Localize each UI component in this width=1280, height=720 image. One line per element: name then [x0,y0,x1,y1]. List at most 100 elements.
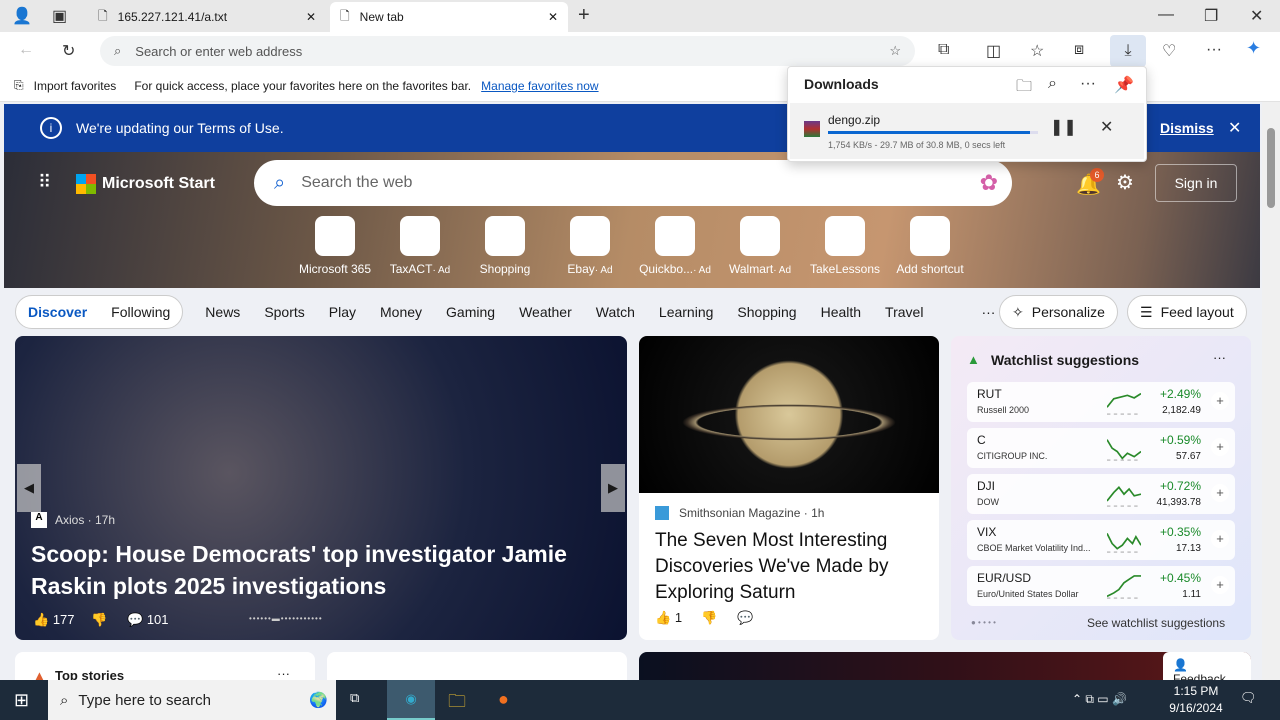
profile-icon[interactable]: 👤 [12,6,32,26]
back-button[interactable]: ← [18,41,34,59]
brand-name[interactable]: Microsoft Start [102,175,215,193]
downloads-icon[interactable]: ⤓ [1110,35,1146,67]
add-to-watchlist-button[interactable]: + [1211,576,1229,594]
new-tab-button[interactable]: + [578,4,590,27]
dismiss-link[interactable]: Dismiss [1160,120,1214,136]
shortcut-add-shortcut[interactable]: + Add shortcut [890,216,970,276]
feed-layout-button[interactable]: ☰ Feed layout [1127,295,1247,329]
settings-more-icon[interactable]: ··· [1206,41,1222,59]
nav-weather[interactable]: Weather [519,304,572,320]
tab-a-txt[interactable]: 🗋 165.227.121.41/a.txt ✕ [88,2,326,32]
clock-time[interactable]: 1:15 PM [1166,684,1226,698]
nav-travel[interactable]: Travel [885,304,923,320]
nav-watch[interactable]: Watch [596,304,635,320]
nav-play[interactable]: Play [329,304,356,320]
search-downloads-icon[interactable]: ⌕ [1048,75,1057,93]
edge-taskbar-icon[interactable]: ◉ [387,680,435,720]
close-tab-icon[interactable]: ✕ [306,10,316,24]
comments-button[interactable]: 💬 101 [127,612,169,628]
close-tab-icon[interactable]: ✕ [548,10,558,24]
add-to-watchlist-button[interactable]: + [1211,438,1229,456]
add-to-watchlist-button[interactable]: + [1211,484,1229,502]
watchlist-item-c[interactable]: C CITIGROUP INC. +0.59% 57.67 + [967,428,1235,468]
pin-icon[interactable]: 📌 [1114,75,1134,95]
more-options-icon[interactable]: ··· [1080,75,1096,93]
nav-gaming[interactable]: Gaming [446,304,495,320]
download-filename[interactable]: dengo.zip [828,113,880,127]
taskbar-search[interactable]: ⌕ Type here to search 🌍 [48,680,336,720]
web-search-input[interactable]: Search the web [301,174,963,192]
import-favorites-button[interactable]: Import favorites [34,79,117,93]
main-story-card[interactable]: ◀ ▶ A Axios · 17h Scoop: House Democrats… [15,336,627,640]
carousel-next-button[interactable]: ▶ [601,464,625,512]
nav-news[interactable]: News [205,304,240,320]
firefox-icon[interactable]: ● [498,689,509,710]
more-icon[interactable]: ··· [277,666,290,680]
shortcut-taxact[interactable]: X TaxACT· Ad [380,216,460,276]
tab-actions-icon[interactable]: ▣ [52,6,67,26]
dislike-button[interactable]: 👎 [91,612,107,628]
watchlist-item-eur-usd[interactable]: EUR/USD Euro/United States Dollar +0.45%… [967,566,1235,606]
copilot-icon[interactable]: ✿ [980,170,998,196]
taskbar-search-input[interactable]: Type here to search [78,692,211,709]
performance-icon[interactable]: ♡ [1162,41,1176,61]
nav-sports[interactable]: Sports [264,304,304,320]
task-view-icon[interactable]: ⧉ [350,690,359,706]
shortcut-walmart[interactable]: ✳ Walmart· Ad [720,216,800,276]
watchlist-dots[interactable]: ● • • • • [971,618,996,627]
favorite-star-icon[interactable]: ☆ [889,43,901,59]
story-headline[interactable]: Scoop: House Democrats' top investigator… [31,538,591,602]
shortcut-shopping[interactable]: ◇ Shopping [465,216,545,276]
tab-new-tab[interactable]: 🗋 New tab ✕ [330,2,568,32]
watchlist-item-vix[interactable]: VIX CBOE Market Volatility Ind... +0.35%… [967,520,1235,560]
apps-grid-icon[interactable]: ⠿ [38,172,51,193]
cancel-download-button[interactable]: ✕ [1100,117,1113,137]
close-window-button[interactable]: ✕ [1250,6,1263,26]
carousel-dots[interactable]: ••••••▬••••••••••• [249,614,323,623]
web-search-box[interactable]: ⌕ Search the web ✿ [254,160,1012,206]
dislike-button[interactable]: 👎 [701,610,717,626]
shortcut-quickbo-[interactable]: qb Quickbo...· Ad [635,216,715,276]
sign-in-button[interactable]: Sign in [1155,164,1237,202]
refresh-button[interactable]: ↻ [62,41,75,61]
pause-button[interactable]: ❚❚ [1050,117,1077,137]
watchlist-more-button[interactable]: ··· [1213,350,1226,365]
collections-icon[interactable]: ⧈ [1074,41,1084,59]
scrollbar-thumb[interactable] [1267,128,1275,208]
saturn-story-card[interactable]: Smithsonian Magazine · 1h The Seven Most… [639,336,939,640]
story-card[interactable] [327,652,627,680]
nav-shopping[interactable]: Shopping [737,304,796,320]
nav-health[interactable]: Health [821,304,861,320]
notifications-icon[interactable]: 🗨 [1240,690,1257,706]
tab-discover[interactable]: Discover [16,304,99,320]
tray-icons[interactable]: ⌃ ⧉ ▭ 🔊 [1072,692,1127,707]
see-watchlist-link[interactable]: See watchlist suggestions [1087,616,1225,630]
comments-button[interactable]: 💬 [737,610,753,626]
more-categories-button[interactable]: ··· [981,304,995,320]
watchlist-item-dji[interactable]: DJI DOW +0.72% 41,393.78 + [967,474,1235,514]
story-card[interactable]: 👤 Feedback [639,652,1251,680]
favorites-icon[interactable]: ☆ [1030,41,1044,61]
manage-favorites-link[interactable]: Manage favorites now [481,79,598,93]
shortcut-ebay[interactable]: ▦ Ebay· Ad [550,216,630,276]
story-headline[interactable]: The Seven Most Interesting Discoveries W… [655,528,930,606]
extensions-icon[interactable]: ⧉ [938,41,949,59]
address-bar[interactable]: ⌕ Search or enter web address ☆ [100,36,915,66]
carousel-prev-button[interactable]: ◀ [17,464,41,512]
add-to-watchlist-button[interactable]: + [1211,392,1229,410]
file-explorer-icon[interactable]: 🗀 [448,689,466,719]
like-button[interactable]: 👍 177 [33,612,75,628]
clock-date[interactable]: 9/16/2024 [1166,701,1226,715]
page-scrollbar[interactable] [1262,102,1280,680]
watchlist-item-rut[interactable]: RUT Russell 2000 +2.49% 2,182.49 + [967,382,1235,422]
nav-money[interactable]: Money [380,304,422,320]
nav-learning[interactable]: Learning [659,304,714,320]
minimize-button[interactable]: — [1158,6,1174,24]
settings-gear-icon[interactable]: ⚙ [1116,170,1134,195]
address-input[interactable]: Search or enter web address [135,44,875,59]
split-screen-icon[interactable]: ◫ [986,41,1001,61]
copilot-icon[interactable]: ✦ [1246,38,1261,59]
like-button[interactable]: 👍 1 [655,610,682,626]
maximize-button[interactable]: ❐ [1204,6,1218,26]
download-item[interactable]: dengo.zip 1,754 KB/s - 29.7 MB of 30.8 M… [790,103,1144,159]
